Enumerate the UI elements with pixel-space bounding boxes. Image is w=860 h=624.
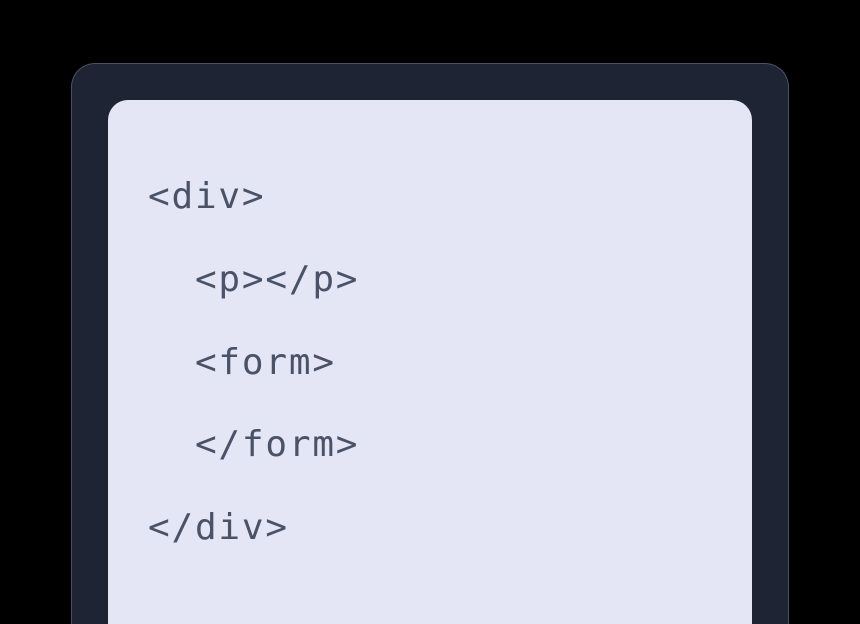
code-line-2: <p></p> [148, 239, 712, 322]
code-line-4: </form> [148, 404, 712, 487]
code-panel: <div> <p></p> <form> </form> </div> [71, 63, 789, 624]
code-line-5: </div> [148, 487, 712, 570]
code-block: <div> <p></p> <form> </form> </div> [108, 100, 752, 624]
code-line-1: <div> [148, 156, 712, 239]
code-line-3: <form> [148, 322, 712, 405]
